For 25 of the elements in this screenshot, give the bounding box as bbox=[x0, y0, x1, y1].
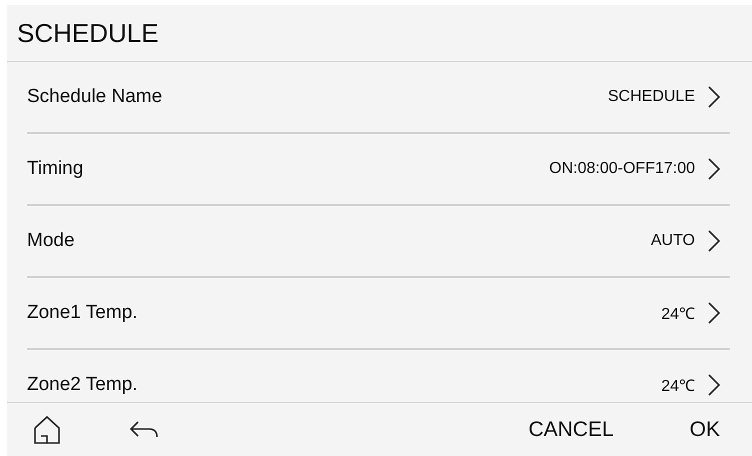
setting-label: Zone2 Temp. bbox=[27, 374, 139, 396]
setting-value: 24℃ bbox=[661, 377, 695, 396]
chevron-right-icon bbox=[707, 157, 721, 181]
chevron-right-icon bbox=[707, 373, 721, 397]
cancel-button[interactable]: CANCEL bbox=[524, 414, 618, 446]
setting-row[interactable]: Schedule Name SCHEDULE bbox=[7, 62, 752, 132]
setting-label: Schedule Name bbox=[27, 86, 164, 108]
page-title: SCHEDULE bbox=[17, 18, 159, 48]
home-icon bbox=[33, 414, 61, 444]
setting-row[interactable]: Zone1 Temp. 24℃ bbox=[7, 278, 752, 348]
setting-label: Timing bbox=[27, 158, 84, 180]
chevron-right-icon bbox=[707, 85, 721, 109]
setting-value: AUTO bbox=[650, 232, 695, 250]
setting-label: Zone1 Temp. bbox=[27, 302, 139, 324]
setting-row[interactable]: Timing ON:08:00-OFF17:00 bbox=[7, 134, 752, 204]
setting-label: Mode bbox=[27, 230, 76, 252]
setting-row[interactable]: Zone2 Temp. 24℃ bbox=[7, 350, 752, 402]
setting-value: SCHEDULE bbox=[608, 88, 695, 106]
setting-value: 24℃ bbox=[661, 305, 695, 324]
setting-row[interactable]: Mode AUTO bbox=[7, 206, 752, 276]
setting-value: ON:08:00-OFF17:00 bbox=[549, 160, 695, 178]
back-arrow-icon bbox=[129, 420, 159, 440]
ok-button[interactable]: OK bbox=[686, 414, 724, 446]
chevron-right-icon bbox=[707, 229, 721, 253]
chevron-right-icon bbox=[707, 301, 721, 325]
